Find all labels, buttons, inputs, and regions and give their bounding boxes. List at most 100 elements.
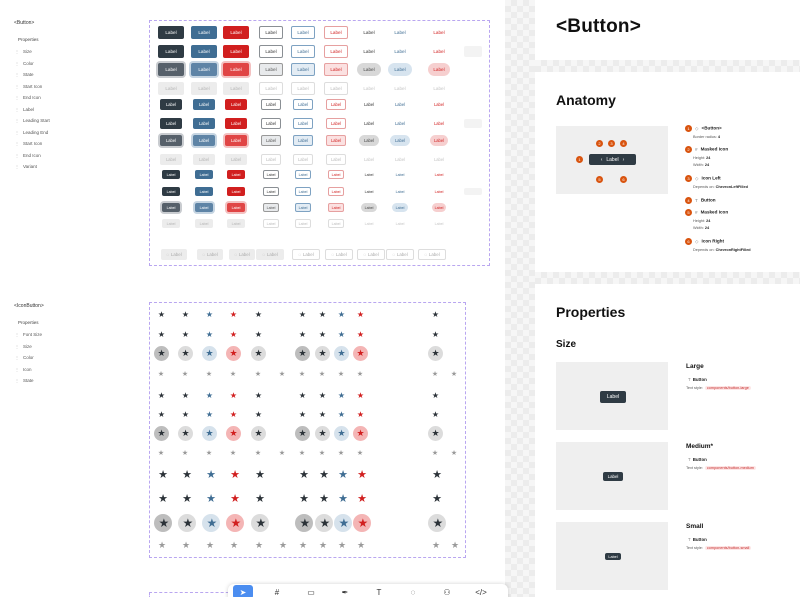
label-button[interactable]: Label (259, 82, 283, 95)
star-icon-button[interactable]: ★ (254, 450, 262, 458)
label-button[interactable]: Label (328, 170, 344, 179)
loading-button[interactable]: ◌ Label (229, 249, 255, 260)
label-button[interactable]: Label (160, 118, 182, 129)
label-button[interactable]: Label (263, 187, 279, 196)
label-button[interactable]: Label (428, 45, 450, 58)
property-row[interactable]: ⋮ End Icon (15, 95, 41, 100)
label-button[interactable]: Label (328, 187, 344, 196)
star-icon-button[interactable]: ★ (318, 540, 328, 550)
label-button[interactable]: Label (324, 26, 348, 39)
star-icon-button[interactable]: ★ (229, 330, 238, 339)
icon-button[interactable]: ★ (295, 514, 313, 532)
label-button[interactable]: Label (388, 45, 412, 58)
icon-button[interactable]: ★ (178, 514, 196, 532)
star-icon-button[interactable]: ★ (318, 410, 327, 419)
property-row[interactable]: ⋮ Start Icon (15, 141, 42, 146)
star-icon-button[interactable]: ★ (298, 371, 306, 379)
star-icon-button[interactable]: ★ (356, 469, 368, 481)
label-button[interactable]: Label (392, 219, 408, 228)
label-button[interactable]: Label (390, 154, 410, 165)
icon-button[interactable]: ★ (202, 346, 217, 361)
label-button[interactable]: Label (158, 82, 184, 95)
label-button[interactable]: Label (328, 203, 344, 212)
property-row[interactable]: ⋮ Leading End (15, 130, 48, 135)
label-button[interactable]: Label (293, 118, 313, 129)
property-row[interactable]: ⋮ Font Size (15, 332, 42, 337)
star-icon-button[interactable]: ★ (431, 410, 440, 419)
star-icon-button[interactable]: ★ (181, 493, 193, 505)
label-button[interactable]: Label (195, 203, 213, 212)
icon-button[interactable]: ★ (251, 426, 266, 441)
star-icon-button[interactable]: ★ (337, 391, 346, 400)
star-icon-button[interactable]: ★ (229, 450, 237, 458)
label-button[interactable]: Label (361, 187, 377, 196)
label-button[interactable]: Label (361, 219, 377, 228)
icon-button[interactable]: ★ (334, 426, 349, 441)
star-icon-button[interactable]: ★ (298, 493, 310, 505)
star-icon-button[interactable]: ★ (254, 469, 266, 481)
star-icon-button[interactable]: ★ (254, 410, 263, 419)
star-icon-button[interactable]: ★ (318, 469, 330, 481)
star-icon-button[interactable]: ★ (356, 450, 364, 458)
icon-button[interactable]: ★ (295, 346, 310, 361)
label-button[interactable]: Label (357, 45, 381, 58)
placeholder-button[interactable] (464, 119, 482, 128)
star-icon-button[interactable]: ★ (318, 493, 330, 505)
label-button[interactable]: Label (388, 82, 412, 95)
star-icon-button[interactable]: ★ (181, 330, 190, 339)
star-icon-button[interactable]: ★ (318, 450, 326, 458)
placeholder-button[interactable] (464, 188, 482, 195)
star-icon-button[interactable]: ★ (254, 371, 262, 379)
label-button[interactable]: Label (261, 135, 281, 146)
label-button[interactable]: Label (261, 118, 281, 129)
label-button[interactable]: Label (357, 82, 381, 95)
loading-button[interactable]: ◌ Label (357, 249, 385, 260)
star-icon-button[interactable]: ★ (157, 410, 166, 419)
label-button[interactable]: Label (223, 26, 249, 39)
icon-button[interactable]: ★ (226, 346, 241, 361)
star-icon-button[interactable]: ★ (181, 310, 190, 319)
label-button[interactable]: Label (261, 154, 281, 165)
icon-button[interactable]: ★ (226, 426, 241, 441)
star-icon-button[interactable]: ★ (337, 540, 347, 550)
property-row[interactable]: ⋮ Variant (15, 164, 37, 169)
label-button[interactable]: Label (193, 99, 215, 110)
star-icon-button[interactable]: ★ (298, 450, 306, 458)
star-icon-button[interactable]: ★ (431, 330, 440, 339)
label-button[interactable]: Label (291, 63, 315, 76)
label-button[interactable]: Label (390, 118, 410, 129)
star-icon-button[interactable]: ★ (157, 371, 165, 379)
star-icon-button[interactable]: ★ (431, 310, 440, 319)
star-icon-button[interactable]: ★ (254, 310, 263, 319)
loading-button[interactable]: ◌ Label (256, 249, 284, 260)
star-icon-button[interactable]: ★ (450, 371, 458, 379)
star-icon-button[interactable]: ★ (157, 540, 167, 550)
property-row[interactable]: ⋮ State (15, 72, 34, 77)
label-button[interactable]: Label (160, 99, 182, 110)
property-row[interactable]: ⋮ Color (15, 355, 34, 360)
star-icon-button[interactable]: ★ (205, 310, 214, 319)
label-button[interactable]: Label (324, 82, 348, 95)
property-row[interactable]: ⋮ Icon (15, 367, 32, 372)
star-icon-button[interactable]: ★ (431, 371, 439, 379)
star-icon-button[interactable]: ★ (431, 540, 441, 550)
label-button[interactable]: Label (295, 203, 311, 212)
star-icon-button[interactable]: ★ (181, 391, 190, 400)
icon-button[interactable]: ★ (334, 514, 352, 532)
star-icon-button[interactable]: ★ (181, 371, 189, 379)
label-button[interactable]: Label (324, 63, 348, 76)
label-button[interactable]: Label (193, 135, 215, 146)
label-button[interactable]: Label (158, 26, 184, 39)
label-button[interactable]: Label (388, 63, 412, 76)
property-row[interactable]: ⋮ State (15, 378, 34, 383)
star-icon-button[interactable]: ★ (157, 493, 169, 505)
label-button[interactable]: Label (223, 45, 249, 58)
star-icon-button[interactable]: ★ (298, 469, 310, 481)
star-icon-button[interactable]: ★ (254, 391, 263, 400)
star-icon-button[interactable]: ★ (356, 410, 365, 419)
label-button[interactable]: Label (227, 170, 245, 179)
label-button[interactable]: Label (263, 219, 279, 228)
label-button[interactable]: Label (263, 170, 279, 179)
star-icon-button[interactable]: ★ (298, 310, 307, 319)
star-icon-button[interactable]: ★ (278, 371, 286, 379)
